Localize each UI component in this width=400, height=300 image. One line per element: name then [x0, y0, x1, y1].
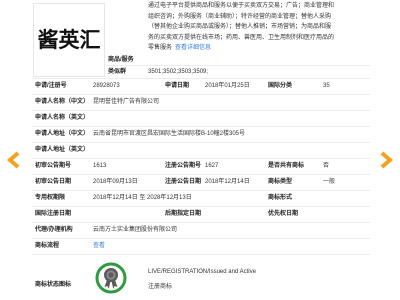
- applicant-name-cn-value: 昆明誉佳特广告有限公司: [93, 99, 160, 105]
- intl-class-value: 35: [323, 83, 330, 89]
- reg-issue-label: 注册公告期号: [165, 163, 202, 169]
- intl-class-label: 国际分类: [268, 83, 293, 89]
- similar-groups-label: 类似群: [108, 69, 127, 75]
- view-details-link[interactable]: 查看详细信息: [175, 45, 211, 51]
- prelim-date-value: 2018年09月13日: [93, 179, 138, 185]
- applicant-address-cn-value: 云南省昆明市官渡区昌宏国际生活国际楼B-10幢2楼305号: [93, 131, 246, 137]
- table-row: 商标状态图标 LIVE/REGISTRATION/Issued and Acti…: [32, 255, 370, 300]
- co-owned-label: 是否共有商标: [268, 163, 305, 169]
- goods-services-text: 通过电子平台提供商品和服务以便于买卖双方交易；广告；商业管理和组织咨询；外购服务…: [148, 3, 334, 51]
- status-icon-label: 商标状态图标: [35, 282, 72, 288]
- intl-reg-date-label: 国际注册日期: [35, 211, 72, 217]
- table-row: 申请人名称（英文）: [32, 111, 370, 127]
- status-english: LIVE/REGISTRATION/Issued and Active: [148, 269, 256, 275]
- applicant-address-cn-label: 申请人地址（中文）: [35, 131, 90, 137]
- process-value: 查看: [90, 239, 370, 254]
- chevron-right-icon: [380, 151, 394, 169]
- priority-date-label: 优先权日期: [268, 211, 299, 217]
- registered-seal-icon: [95, 262, 127, 294]
- process-label: 商标流程: [35, 243, 60, 249]
- reg-date-value: 2018年12月14日: [205, 179, 250, 185]
- application-date-label: 申请日期: [165, 83, 190, 89]
- table-row: 商标流程 查看: [32, 239, 370, 255]
- goods-services-row: 商品/服务 通过电子平台提供商品和服务以便于买卖双方交易；广告；商业管理和组织咨…: [106, 0, 370, 66]
- exclusive-term-label: 专用权期限: [35, 195, 66, 201]
- reg-no-label: 申请/注册号: [35, 83, 67, 89]
- table-row: 申请/注册号 28928073 申请日期 2018年01月25日 国际分类 35: [32, 79, 370, 95]
- later-designation-date-label: 后期指定日期: [165, 211, 202, 217]
- prelim-issue-value: 1613: [93, 163, 107, 169]
- mark-form-label: 商标形式: [268, 195, 293, 201]
- trademark-detail-table: 申请/注册号 28928073 申请日期 2018年01月25日 国际分类 35…: [32, 78, 370, 300]
- agent-value: 云南方土实业集团股份有限公司: [93, 227, 178, 233]
- reg-no-value: 28928073: [93, 83, 120, 89]
- table-row: 申请人名称（中文） 昆明誉佳特广告有限公司: [32, 95, 370, 111]
- trademark-name: 酱英汇: [37, 28, 101, 52]
- table-row: 申请人地址（英文）: [32, 143, 370, 159]
- reg-date-label: 注册公告日期: [165, 179, 202, 185]
- previous-record-button[interactable]: [6, 151, 20, 169]
- applicant-name-cn-label: 申请人名称（中文）: [35, 99, 90, 105]
- prelim-issue-label: 初审公告期号: [35, 163, 72, 169]
- table-row: 初审公告期号 1613 注册公告期号 1627 是否共有商标 否: [32, 159, 370, 175]
- mark-type-label: 商标类型: [268, 179, 293, 185]
- table-row: 申请人地址（中文） 云南省昆明市官渡区昌宏国际生活国际楼B-10幢2楼305号: [32, 127, 370, 143]
- status-cell: LIVE/REGISTRATION/Issued and Active 注册商标: [90, 255, 370, 300]
- chevron-left-icon: [6, 151, 20, 169]
- table-row: 国际注册日期 后期指定日期 优先权日期: [32, 207, 370, 223]
- reg-issue-value: 1627: [205, 163, 219, 169]
- exclusive-term-value: 2018年12月14日 至 2028年12月13日: [93, 195, 192, 201]
- applicant-name-en-label: 申请人名称（英文）: [35, 115, 90, 121]
- similar-groups-value: 3501;3502;3503;3509;: [148, 69, 209, 75]
- table-row: 初审公告日期 2018年09月13日 注册公告日期 2018年12月14日 商标…: [32, 175, 370, 191]
- trademark-image: 酱英汇: [33, 3, 105, 77]
- table-row: 代理/办理机构 云南方土实业集团股份有限公司: [32, 223, 370, 239]
- table-row: 专用权期限 2018年12月14日 至 2028年12月13日 商标形式: [32, 191, 370, 207]
- goods-services-label: 商品/服务: [108, 57, 134, 63]
- agent-label: 代理/办理机构: [35, 227, 73, 233]
- application-date-value: 2018年01月25日: [205, 83, 250, 89]
- next-record-button[interactable]: [380, 151, 394, 169]
- co-owned-value: 否: [323, 163, 330, 169]
- trademark-detail-page: 酱英汇 商品/服务 通过电子平台提供商品和服务以便于买卖双方交易；广告；商业管理…: [0, 0, 400, 300]
- prelim-date-label: 初审公告日期: [35, 179, 72, 185]
- applicant-address-en-label: 申请人地址（英文）: [35, 147, 90, 153]
- goods-services-list: 通过电子平台提供商品和服务以便于买卖双方交易；广告；商业管理和组织咨询；外购服务…: [148, 1, 334, 54]
- view-process-link[interactable]: 查看: [93, 243, 105, 249]
- mark-type-value: 一般: [323, 179, 336, 185]
- status-chinese: 注册商标: [148, 284, 173, 290]
